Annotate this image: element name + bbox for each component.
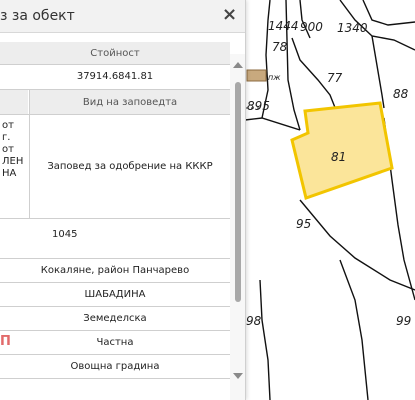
cadastral-id-value: 37914.6841.81 — [76, 70, 154, 82]
map-label: 81 — [331, 150, 346, 164]
map-label: 78 — [272, 40, 288, 54]
stamp-fragment: П — [0, 334, 11, 349]
scroll-down-icon[interactable] — [233, 373, 243, 379]
order-left-line: ЛЕН — [2, 156, 24, 167]
panel-title: з за обект — [0, 8, 75, 24]
order-type-value: Заповед за одобрение на КККР — [47, 160, 213, 172]
column-header-order-type: Вид на заповедта — [30, 90, 230, 114]
map-label: 88 — [393, 87, 409, 101]
number-value: 1045 — [52, 228, 78, 240]
usage-value: Овощна градина — [70, 360, 160, 372]
order-left-text: от г. от ЛЕН НА — [2, 120, 29, 216]
scrollbar-thumb[interactable] — [235, 82, 241, 302]
close-icon[interactable]: × — [222, 4, 237, 25]
panel-header: з за обект × — [0, 0, 245, 33]
map-label: 99 — [396, 314, 411, 328]
order-left-line: от — [2, 120, 14, 131]
map-label: 900 — [300, 20, 323, 34]
locality-value: ШАБАДИНА — [84, 288, 146, 300]
map-label: 895 — [247, 99, 270, 113]
ownership-value: Частна — [96, 336, 134, 348]
map-label: 1444 — [268, 19, 299, 33]
map-label: 1340 — [337, 21, 368, 35]
map-label: 95 — [296, 217, 311, 231]
location-value: Кокаляне, район Панчарево — [40, 264, 190, 276]
object-info-panel: з за обект × Стойност 37914.6841.81 Вид … — [0, 0, 246, 400]
map-label: 98 — [246, 314, 262, 328]
order-left-line: НА — [2, 168, 17, 179]
column-header-left — [0, 90, 28, 114]
map-label: пж — [268, 73, 281, 82]
order-left-line: от — [2, 144, 14, 155]
attribute-table: Стойност 37914.6841.81 Вид на заповедта … — [0, 32, 230, 400]
map-label: 77 — [327, 71, 343, 85]
column-header-value: Стойност — [0, 42, 230, 64]
building-marker — [246, 69, 267, 82]
scroll-up-icon[interactable] — [233, 62, 243, 68]
territory-value: Земеделска — [83, 312, 147, 324]
order-left-line: г. — [2, 132, 11, 143]
